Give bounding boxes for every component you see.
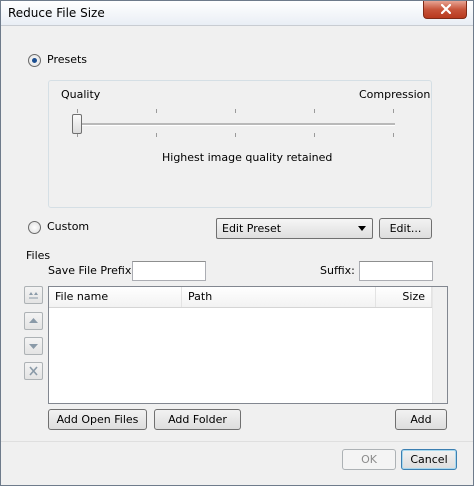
file-list-scrollbar[interactable] bbox=[432, 287, 447, 403]
slider-tick bbox=[393, 109, 394, 113]
add-folder-button[interactable]: Add Folder bbox=[154, 409, 241, 430]
presets-label[interactable]: Presets bbox=[47, 53, 87, 66]
reduce-file-size-dialog: Reduce File Size Presets Quality Compres… bbox=[0, 0, 474, 486]
close-button[interactable] bbox=[423, 1, 467, 19]
slider-tick bbox=[156, 133, 157, 137]
files-group-label: Files bbox=[26, 249, 51, 262]
column-header-file-name[interactable]: File name bbox=[49, 287, 182, 307]
slider-tick bbox=[393, 133, 394, 137]
slider-tick bbox=[156, 109, 157, 113]
slider-description: Highest image quality retained bbox=[162, 151, 333, 164]
edit-preset-button[interactable]: Edit... bbox=[379, 218, 432, 239]
move-to-top-icon bbox=[29, 292, 38, 299]
suffix-label: Suffix: bbox=[320, 264, 355, 277]
ok-button[interactable]: OK bbox=[342, 449, 396, 470]
compression-slider-thumb[interactable] bbox=[72, 114, 82, 134]
chevron-down-icon bbox=[358, 226, 366, 231]
title-bar[interactable]: Reduce File Size bbox=[1, 1, 473, 26]
window-title: Reduce File Size bbox=[8, 6, 105, 20]
add-button[interactable]: Add bbox=[395, 409, 447, 430]
slider-tick bbox=[77, 109, 78, 113]
column-header-path[interactable]: Path bbox=[182, 287, 376, 307]
slider-tick bbox=[314, 109, 315, 113]
move-to-top-button[interactable] bbox=[24, 286, 43, 304]
file-list-header: File name Path Size bbox=[49, 287, 447, 308]
suffix-input[interactable] bbox=[359, 261, 433, 281]
divider bbox=[1, 441, 473, 442]
file-list[interactable]: File name Path Size bbox=[48, 286, 448, 404]
move-up-icon bbox=[29, 318, 38, 323]
file-prefix-input[interactable] bbox=[132, 261, 206, 281]
slider-tick bbox=[235, 133, 236, 137]
slider-right-label: Compression bbox=[359, 88, 431, 101]
custom-radio[interactable] bbox=[28, 221, 41, 234]
remove-file-button[interactable] bbox=[24, 362, 43, 380]
slider-left-label: Quality bbox=[61, 88, 101, 101]
remove-icon bbox=[29, 366, 38, 376]
move-up-button[interactable] bbox=[24, 312, 43, 330]
column-header-size[interactable]: Size bbox=[376, 287, 432, 307]
presets-radio[interactable] bbox=[28, 54, 41, 67]
move-down-icon bbox=[29, 344, 38, 349]
add-open-files-button[interactable]: Add Open Files bbox=[48, 409, 147, 430]
close-icon bbox=[441, 4, 451, 14]
preset-dropdown[interactable]: Edit Preset bbox=[216, 218, 373, 239]
file-prefix-label: Save File Prefix: bbox=[48, 264, 136, 277]
slider-tick bbox=[235, 109, 236, 113]
move-down-button[interactable] bbox=[24, 337, 43, 355]
slider-tick bbox=[314, 133, 315, 137]
custom-label[interactable]: Custom bbox=[47, 220, 89, 233]
cancel-button[interactable]: Cancel bbox=[401, 449, 457, 470]
preset-dropdown-value: Edit Preset bbox=[222, 222, 282, 235]
compression-slider-track[interactable] bbox=[77, 123, 395, 126]
